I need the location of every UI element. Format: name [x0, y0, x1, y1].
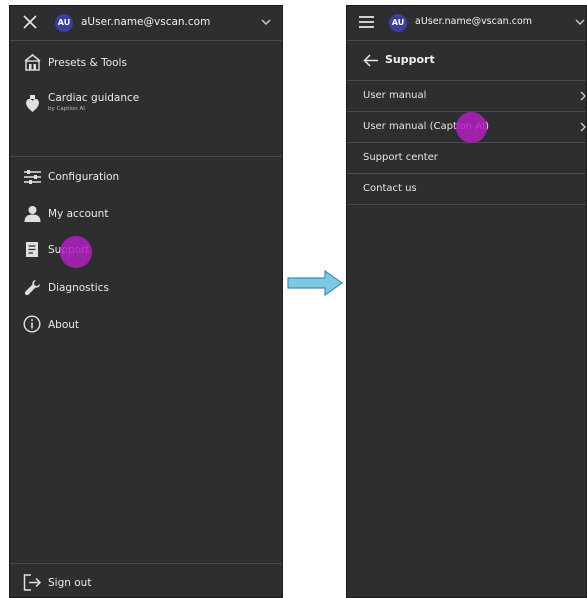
user-email: aUser.name@vscan.com — [415, 16, 533, 27]
menu-item-my-account[interactable]: My account — [10, 199, 282, 229]
menu-label: About — [48, 319, 80, 331]
sign-out-button[interactable]: Sign out — [10, 568, 282, 597]
close-icon[interactable] — [23, 15, 37, 29]
divider — [10, 563, 282, 564]
list-item-label: User manual — [363, 90, 427, 101]
chevron-down-icon[interactable] — [261, 19, 271, 26]
user-email: aUser.name@vscan.com — [81, 16, 211, 28]
menu-item-configuration[interactable]: Configuration — [10, 162, 282, 192]
menu-label: Diagnostics — [48, 282, 109, 294]
document-icon — [26, 242, 38, 257]
chevron-right-icon — [580, 122, 586, 132]
support-screen: AU aUser.name@vscan.com Support User man… — [346, 5, 587, 598]
user-icon — [24, 206, 41, 222]
chevron-right-icon — [580, 91, 586, 101]
menu-label: My account — [48, 208, 109, 220]
menu-label: Configuration — [48, 171, 120, 183]
support-header: AU aUser.name@vscan.com — [347, 6, 586, 40]
menu-item-about[interactable]: About — [10, 310, 282, 340]
sign-out-label: Sign out — [48, 577, 92, 589]
divider — [347, 40, 586, 41]
avatar[interactable]: AU — [389, 14, 407, 32]
list-item-contact-us[interactable]: Contact us — [347, 174, 586, 204]
menu-label: Presets & Tools — [48, 57, 127, 69]
menu-item-cardiac-guidance[interactable]: Cardiac guidance by Caption AI — [10, 88, 282, 122]
page-title: Support — [385, 53, 435, 66]
divider — [10, 156, 282, 157]
menu-item-diagnostics[interactable]: Diagnostics — [10, 273, 282, 303]
drawer-header: AU aUser.name@vscan.com — [10, 6, 282, 40]
touch-indicator — [456, 112, 487, 143]
divider — [347, 204, 586, 205]
list-item-label: Contact us — [363, 183, 417, 194]
avatar[interactable]: AU — [55, 14, 73, 32]
menu-label: Cardiac guidance — [48, 92, 140, 104]
sign-out-icon — [23, 574, 42, 591]
navigation-drawer: AU aUser.name@vscan.com Presets & Tools … — [9, 5, 283, 598]
chevron-down-icon[interactable] — [575, 19, 585, 26]
list-item-support-center[interactable]: Support center — [347, 143, 586, 173]
list-item-user-manual[interactable]: User manual — [347, 81, 586, 111]
divider — [10, 40, 282, 41]
list-item-label: Support center — [363, 152, 438, 163]
support-title-bar: Support — [347, 46, 586, 76]
menu-sublabel: by Caption AI — [48, 106, 85, 112]
touch-indicator — [60, 236, 92, 268]
menu-item-presets-tools[interactable]: Presets & Tools — [10, 48, 282, 78]
menu-item-support[interactable]: Support — [10, 235, 282, 265]
sliders-icon — [24, 170, 41, 184]
flow-arrow-icon — [287, 270, 343, 296]
info-icon — [23, 315, 41, 333]
heart-probe-icon — [26, 95, 39, 112]
presets-tools-icon — [24, 54, 41, 71]
wrench-icon — [24, 280, 40, 296]
hamburger-menu-icon[interactable] — [359, 16, 374, 28]
back-arrow-icon[interactable] — [363, 54, 379, 67]
